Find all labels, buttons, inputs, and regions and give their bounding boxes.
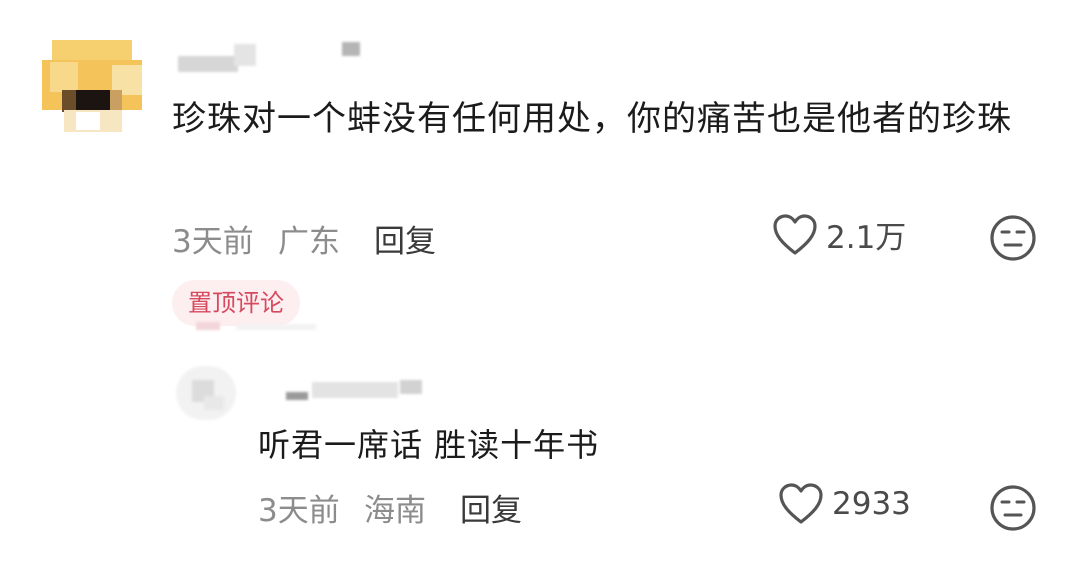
dislike-button[interactable]: [988, 213, 1038, 263]
reply-username-redacted[interactable]: [282, 378, 432, 404]
comment-time: 3天前: [172, 224, 254, 260]
reply-button[interactable]: 回复: [374, 216, 436, 261]
reply-dislike-button[interactable]: [988, 483, 1038, 533]
comment-location: 广东: [278, 224, 340, 260]
reply-text: 听君一席话 胜读十年书: [258, 426, 600, 464]
avatar[interactable]: [42, 40, 142, 132]
reply-like-count: 2933: [832, 486, 911, 522]
like-count: 2.1万: [826, 220, 907, 256]
heart-outline-icon: [779, 483, 823, 524]
reply-avatar[interactable]: [172, 362, 240, 424]
comment-text: 珍珠对一个蚌没有任何用处，你的痛苦也是他者的珍珠: [172, 99, 1012, 139]
like-button[interactable]: 2.1万: [772, 212, 906, 257]
reply-time: 3天前: [258, 493, 340, 529]
reply-like-button[interactable]: 2933: [778, 482, 911, 526]
heart-outline-icon: [773, 213, 817, 255]
username-redacted[interactable]: [178, 42, 368, 74]
neutral-face-icon: [990, 215, 1036, 261]
reply-reply-button[interactable]: 回复: [460, 485, 522, 530]
reply-location: 海南: [364, 493, 426, 529]
redacted-area: [196, 318, 326, 332]
neutral-face-icon: [990, 485, 1036, 531]
